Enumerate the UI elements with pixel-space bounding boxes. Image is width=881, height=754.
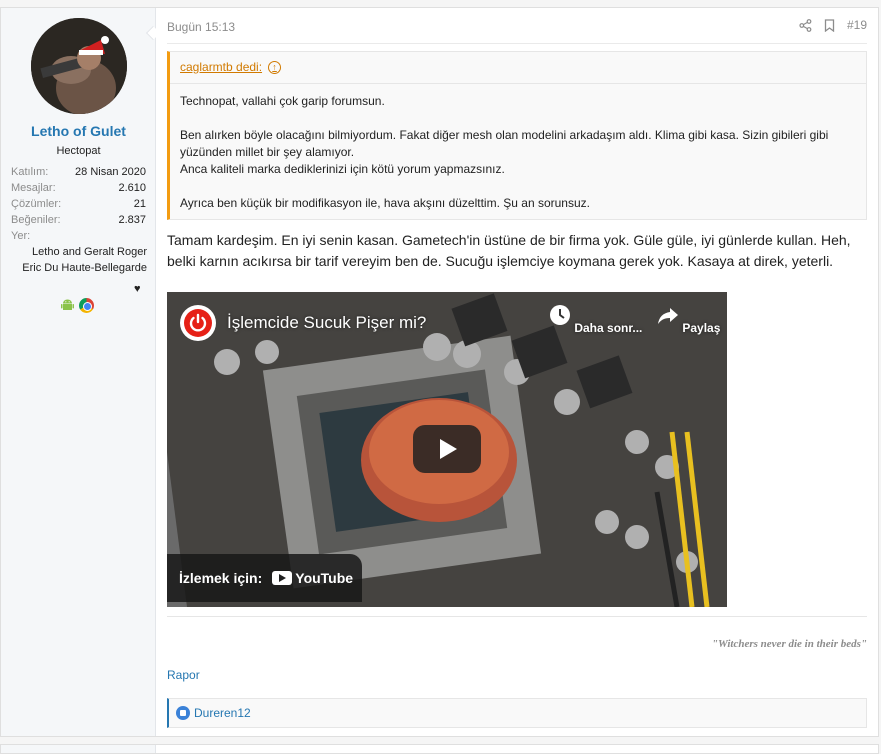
device-icons (60, 298, 94, 313)
avatar[interactable] (31, 18, 127, 114)
post-number[interactable]: #19 (847, 18, 867, 32)
post-actions: #19 (799, 18, 867, 32)
bookmark-icon[interactable] (824, 18, 835, 32)
quote-author[interactable]: caglarmtb dedi: (180, 60, 262, 74)
stat-solutions: Çözümler: 21 (11, 196, 146, 212)
stat-joined: Katılım: 28 Nisan 2020 (11, 164, 146, 180)
user-stats: Katılım: 28 Nisan 2020 Mesajlar: 2.610 Çöz… (11, 164, 146, 244)
quote-block: caglarmtb dedi: ↑ Technopat, vallahi çok… (167, 51, 867, 220)
post-date[interactable]: Bugün 15:13 (167, 20, 235, 34)
quote-line: Technopat, vallahi çok garip forumsun. (180, 94, 385, 108)
video-share-button[interactable]: Paylaş (657, 304, 720, 335)
stat-label: Katılım: (11, 166, 49, 178)
channel-avatar[interactable] (180, 305, 216, 341)
stat-label: Beğeniler: (11, 214, 61, 226)
stat-label: Çözümler: (11, 198, 62, 210)
signature: "Witchers never die in their beds" (711, 638, 867, 650)
share-arrow-icon (658, 308, 678, 324)
post-message: Tamam kardeşim. En iyi senin kasan. Game… (167, 232, 851, 269)
quote-line: Ben alırken böyle olacağını bilmiyordum.… (180, 128, 829, 159)
youtube-embed[interactable]: İşlemcide Sucuk Pişer mi? Daha sonr... P… (167, 292, 727, 607)
forum-post: Letho of Gulet Hectopat Katılım: 28 Nisan… (0, 7, 879, 737)
next-post (0, 744, 879, 754)
watch-on-youtube[interactable]: İzlemek için: YouTube (167, 554, 362, 602)
location-text: Letho and Geralt Roger Eric Du Haute-Bel… (7, 244, 147, 276)
watch-later-button[interactable]: Daha sonr... (549, 304, 642, 335)
heart-icon: ♥ (134, 283, 141, 295)
stat-value: 28 Nisan 2020 (75, 166, 146, 178)
quote-author-link[interactable]: caglarmtb dedi: ↑ (180, 60, 282, 74)
video-share-label: Paylaş (682, 321, 721, 335)
play-button[interactable] (413, 425, 481, 473)
android-icon (61, 299, 74, 310)
chrome-icon (79, 298, 94, 313)
location-line: Letho and Geralt Roger (32, 246, 147, 258)
youtube-brand: YouTube (295, 570, 354, 586)
quote-line: Anca kaliteli marka dediklerinizi için k… (180, 162, 505, 176)
stat-label: Mesajlar: (11, 182, 56, 194)
divider (170, 83, 866, 84)
post-main: Bugün 15:13 #19 caglarmtb dedi: ↑ Techno… (167, 8, 867, 736)
share-icon[interactable] (799, 18, 812, 32)
stat-value: 2.837 (118, 214, 146, 226)
reaction-user[interactable]: Dureren12 (194, 706, 251, 720)
divider (167, 616, 867, 617)
clock-icon (550, 305, 570, 325)
post-header: Bugün 15:13 #19 (167, 8, 867, 44)
stat-location: Yer: (11, 228, 146, 244)
stat-value: 21 (133, 198, 146, 210)
stat-messages: Mesajlar: 2.610 (11, 180, 146, 196)
watch-later-label: Daha sonr... (574, 321, 643, 335)
watch-label: İzlemek için: (179, 570, 263, 586)
like-icon (176, 706, 190, 720)
quote-line: Ayrıca ben küçük bir modifikasyon ile, h… (180, 196, 590, 210)
youtube-logo: YouTube (272, 570, 353, 586)
location-line: Eric Du Haute-Bellegarde (22, 262, 147, 274)
arrow-up-circle-icon[interactable]: ↑ (268, 60, 282, 74)
user-title: Hectopat (56, 145, 101, 157)
username[interactable]: Letho of Gulet (1, 123, 156, 139)
quote-body: Technopat, vallahi çok garip forumsun. B… (180, 93, 860, 212)
youtube-play-icon (272, 571, 293, 585)
stat-label: Yer: (11, 230, 31, 242)
user-panel: Letho of Gulet Hectopat Katılım: 28 Nisan… (1, 8, 156, 736)
report-link[interactable]: Rapor (167, 668, 200, 682)
video-title[interactable]: İşlemcide Sucuk Pişer mi? (227, 313, 426, 333)
stat-value: 2.610 (118, 182, 146, 194)
reactions-bar: Dureren12 (167, 698, 867, 728)
power-icon (184, 309, 212, 337)
stat-likes: Beğeniler: 2.837 (11, 212, 146, 228)
